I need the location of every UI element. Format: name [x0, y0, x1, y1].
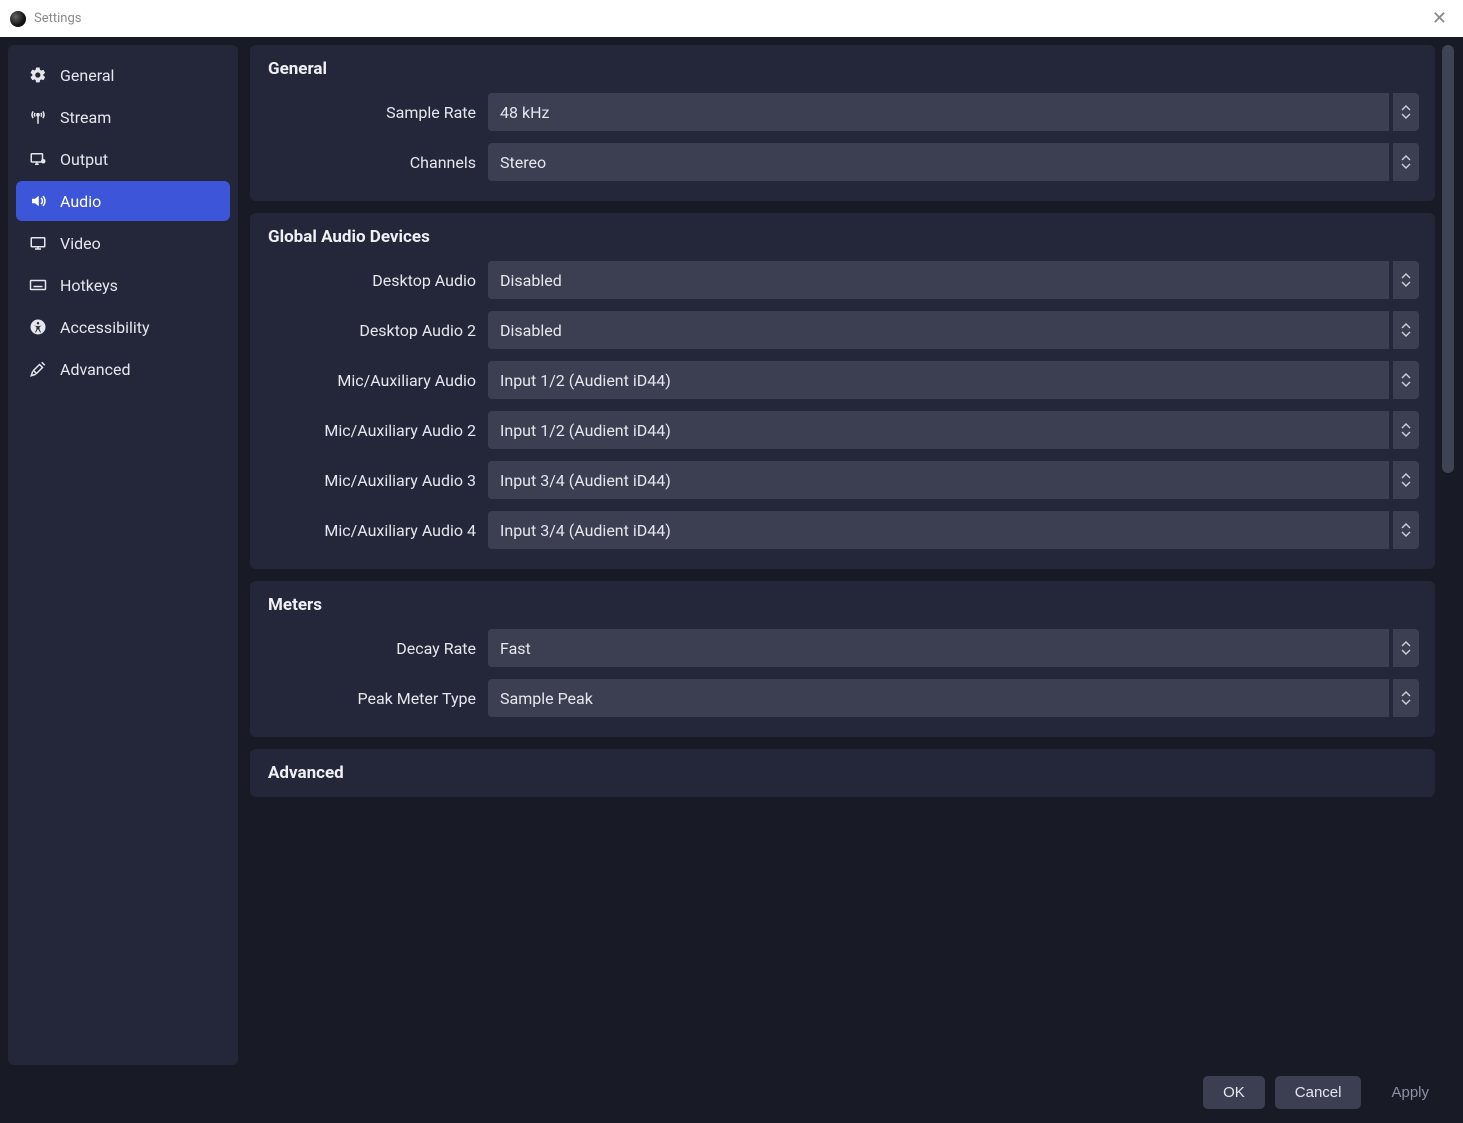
form-row-decay-rate: Decay Rate Fast — [266, 629, 1419, 667]
main-row: General Stream Output Audio — [8, 45, 1455, 1065]
spinner-icon[interactable] — [1393, 311, 1419, 349]
panel-global-audio-devices: Global Audio Devices Desktop Audio Disab… — [250, 213, 1435, 569]
spinner-icon[interactable] — [1393, 361, 1419, 399]
spinner-icon[interactable] — [1393, 261, 1419, 299]
select-desktop-audio-2[interactable]: Disabled — [488, 311, 1419, 349]
select-value: Stereo — [488, 143, 1389, 181]
form-row-desktop-audio: Desktop Audio Disabled — [266, 261, 1419, 299]
cancel-button[interactable]: Cancel — [1275, 1076, 1362, 1109]
sidebar-item-stream[interactable]: Stream — [16, 97, 230, 137]
sidebar-item-hotkeys[interactable]: Hotkeys — [16, 265, 230, 305]
sidebar-item-label: Audio — [60, 192, 101, 211]
content-area: General Sample Rate 48 kHz — [250, 45, 1435, 1065]
form-row-mic-aux-audio: Mic/Auxiliary Audio Input 1/2 (Audient i… — [266, 361, 1419, 399]
settings-window: General Stream Output Audio — [0, 37, 1463, 1123]
spinner-icon[interactable] — [1393, 511, 1419, 549]
sidebar: General Stream Output Audio — [8, 45, 238, 1065]
sidebar-item-label: Stream — [60, 108, 111, 127]
sidebar-item-output[interactable]: Output — [16, 139, 230, 179]
select-channels[interactable]: Stereo — [488, 143, 1419, 181]
gear-icon — [28, 65, 48, 85]
label-desktop-audio-2: Desktop Audio 2 — [266, 321, 476, 340]
spinner-icon[interactable] — [1393, 679, 1419, 717]
close-icon[interactable]: ✕ — [1426, 6, 1453, 32]
form-row-sample-rate: Sample Rate 48 kHz — [266, 93, 1419, 131]
form-row-channels: Channels Stereo — [266, 143, 1419, 181]
sidebar-item-accessibility[interactable]: Accessibility — [16, 307, 230, 347]
sidebar-item-general[interactable]: General — [16, 55, 230, 95]
panel-advanced: Advanced — [250, 749, 1435, 797]
form-row-desktop-audio-2: Desktop Audio 2 Disabled — [266, 311, 1419, 349]
select-desktop-audio[interactable]: Disabled — [488, 261, 1419, 299]
scrollbar-track[interactable] — [1441, 45, 1455, 1065]
label-peak-meter-type: Peak Meter Type — [266, 689, 476, 708]
speaker-icon — [28, 191, 48, 211]
keyboard-icon — [28, 275, 48, 295]
panel-general: General Sample Rate 48 kHz — [250, 45, 1435, 201]
spinner-icon[interactable] — [1393, 411, 1419, 449]
sidebar-item-label: Advanced — [60, 360, 131, 379]
sidebar-item-audio[interactable]: Audio — [16, 181, 230, 221]
panel-title: Meters — [266, 595, 1419, 615]
panel-title: Global Audio Devices — [266, 227, 1419, 247]
select-value: Input 3/4 (Audient iD44) — [488, 461, 1389, 499]
antenna-icon — [28, 107, 48, 127]
select-mic-aux-audio-3[interactable]: Input 3/4 (Audient iD44) — [488, 461, 1419, 499]
select-decay-rate[interactable]: Fast — [488, 629, 1419, 667]
select-value: Disabled — [488, 261, 1389, 299]
form-row-mic-aux-audio-2: Mic/Auxiliary Audio 2 Input 1/2 (Audient… — [266, 411, 1419, 449]
spinner-icon[interactable] — [1393, 93, 1419, 131]
label-decay-rate: Decay Rate — [266, 639, 476, 658]
sidebar-item-advanced[interactable]: Advanced — [16, 349, 230, 389]
panel-meters: Meters Decay Rate Fast — [250, 581, 1435, 737]
label-mic-aux-audio-4: Mic/Auxiliary Audio 4 — [266, 521, 476, 540]
footer: OK Cancel Apply — [8, 1069, 1455, 1115]
sidebar-item-video[interactable]: Video — [16, 223, 230, 263]
sidebar-item-label: Hotkeys — [60, 276, 118, 295]
label-sample-rate: Sample Rate — [266, 103, 476, 122]
ok-button[interactable]: OK — [1203, 1076, 1265, 1109]
content-wrap: General Sample Rate 48 kHz — [250, 45, 1455, 1065]
label-desktop-audio: Desktop Audio — [266, 271, 476, 290]
form-row-mic-aux-audio-3: Mic/Auxiliary Audio 3 Input 3/4 (Audient… — [266, 461, 1419, 499]
sidebar-item-label: Video — [60, 234, 101, 253]
select-mic-aux-audio-4[interactable]: Input 3/4 (Audient iD44) — [488, 511, 1419, 549]
scrollbar-thumb[interactable] — [1442, 45, 1454, 473]
select-mic-aux-audio-2[interactable]: Input 1/2 (Audient iD44) — [488, 411, 1419, 449]
select-value: Input 1/2 (Audient iD44) — [488, 361, 1389, 399]
panel-title: General — [266, 59, 1419, 79]
select-value: Input 1/2 (Audient iD44) — [488, 411, 1389, 449]
apply-button[interactable]: Apply — [1371, 1076, 1449, 1109]
label-mic-aux-audio: Mic/Auxiliary Audio — [266, 371, 476, 390]
select-peak-meter-type[interactable]: Sample Peak — [488, 679, 1419, 717]
panel-title: Advanced — [266, 763, 1419, 783]
select-value: Fast — [488, 629, 1389, 667]
select-value: Sample Peak — [488, 679, 1389, 717]
label-channels: Channels — [266, 153, 476, 172]
spinner-icon[interactable] — [1393, 461, 1419, 499]
label-mic-aux-audio-2: Mic/Auxiliary Audio 2 — [266, 421, 476, 440]
scrollbar[interactable] — [1441, 45, 1455, 1065]
window-title: Settings — [34, 11, 81, 26]
sidebar-item-label: Accessibility — [60, 318, 150, 337]
form-row-peak-meter-type: Peak Meter Type Sample Peak — [266, 679, 1419, 717]
monitor-icon — [28, 233, 48, 253]
spinner-icon[interactable] — [1393, 629, 1419, 667]
select-value: 48 kHz — [488, 93, 1389, 131]
monitor-record-icon — [28, 149, 48, 169]
sidebar-item-label: Output — [60, 150, 108, 169]
sidebar-item-label: General — [60, 66, 114, 85]
app-icon — [10, 11, 26, 27]
label-mic-aux-audio-3: Mic/Auxiliary Audio 3 — [266, 471, 476, 490]
accessibility-icon — [28, 317, 48, 337]
select-value: Disabled — [488, 311, 1389, 349]
spinner-icon[interactable] — [1393, 143, 1419, 181]
select-value: Input 3/4 (Audient iD44) — [488, 511, 1389, 549]
titlebar: Settings ✕ — [0, 0, 1463, 37]
select-mic-aux-audio[interactable]: Input 1/2 (Audient iD44) — [488, 361, 1419, 399]
select-sample-rate[interactable]: 48 kHz — [488, 93, 1419, 131]
tools-icon — [28, 359, 48, 379]
form-row-mic-aux-audio-4: Mic/Auxiliary Audio 4 Input 3/4 (Audient… — [266, 511, 1419, 549]
